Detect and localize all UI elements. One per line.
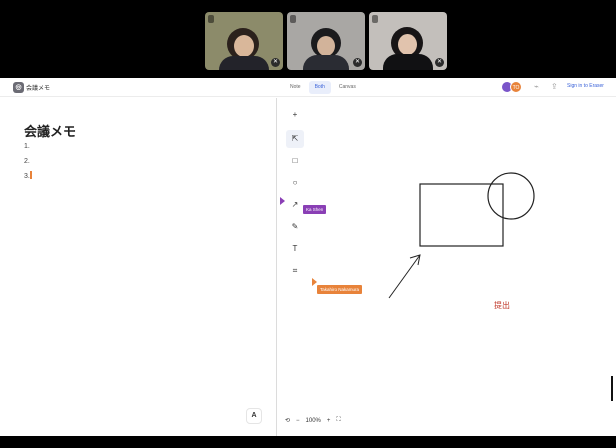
participant-video-tile[interactable]: ✕ [369,12,447,70]
rectangle-tool-icon[interactable]: □ [286,152,304,170]
list-item[interactable]: 1. [24,143,30,150]
participant-video-tile[interactable]: ✕ [287,12,365,70]
participant-body [383,54,433,70]
canvas-pane[interactable]: + ⇱ □ ○ ↗ ✎ T ⌗ Ka Shen Takahiro Nakamur… [277,98,616,436]
collaborator-cursor-label: Takahiro Nakamura [317,285,363,294]
pen-tool-icon[interactable]: ✎ [286,218,304,236]
participant-name-tag [290,15,296,23]
view-toggle: Note Both Canvas [284,81,362,94]
canvas-drawing [388,172,535,299]
avatar[interactable]: TO [510,81,522,93]
view-note-button[interactable]: Note [284,81,307,94]
arrow-tool-icon[interactable]: ↗ [286,196,304,214]
collaborator-text-caret [30,171,32,179]
select-tool-icon[interactable]: ⇱ [286,130,304,148]
sign-in-link[interactable]: Sign in to Eraser [567,83,604,89]
share-icon[interactable]: ⇪ [551,82,558,91]
mic-muted-icon: ✕ [435,58,444,67]
participant-face [317,36,335,56]
drawn-circle[interactable] [487,172,535,220]
participant-name-tag [372,15,378,23]
drawn-rectangle[interactable] [419,183,504,247]
screen: ✕ ✕ ✕ ◎ 会議メモ Note Both Canvas TO ⌁ ⇪ Sig… [0,0,616,448]
bottom-bar [0,436,616,448]
activity-icon[interactable]: ⌁ [534,82,539,91]
collaborator-avatars: TO [501,81,522,93]
app-logo-icon[interactable]: ◎ [13,82,24,93]
participant-name-tag [208,15,214,23]
add-tool-icon[interactable]: + [286,106,304,124]
participant-body [303,55,349,70]
list-item[interactable]: 2. [24,158,30,165]
document-pane[interactable]: 会議メモ 1. 2. 3. A [0,98,276,436]
ellipse-tool-icon[interactable]: ○ [286,174,304,192]
eraser-app: ◎ 会議メモ Note Both Canvas TO ⌁ ⇪ Sign in t… [0,78,616,436]
zoom-level[interactable]: 100% [306,418,321,424]
mic-muted-icon: ✕ [353,58,362,67]
zoom-out-button[interactable]: − [296,418,300,424]
participant-face [234,35,254,57]
fit-screen-icon[interactable]: ⛶ [336,417,340,424]
format-button[interactable]: A [246,408,262,424]
list-item[interactable]: 3. [24,173,30,180]
zoom-controls: ⟲ − 100% + ⛶ [285,417,341,424]
drawn-arrow[interactable] [388,254,421,299]
video-call-strip: ✕ ✕ ✕ [0,0,616,78]
app-topbar: ◎ 会議メモ Note Both Canvas TO ⌁ ⇪ Sign in t… [0,78,616,97]
view-canvas-button[interactable]: Canvas [333,81,362,94]
scrollbar[interactable] [611,376,613,401]
text-tool-icon[interactable]: T [286,240,304,258]
canvas-text-label[interactable]: 提出 [494,300,510,311]
document-title[interactable]: 会議メモ [26,83,50,92]
view-both-button[interactable]: Both [308,81,331,94]
zoom-in-button[interactable]: + [327,418,331,424]
mic-muted-icon: ✕ [271,58,280,67]
participant-video-tile[interactable]: ✕ [205,12,283,70]
frame-tool-icon[interactable]: ⌗ [286,262,304,280]
document-heading[interactable]: 会議メモ [24,121,76,140]
undo-icon[interactable]: ⟲ [285,417,290,424]
participant-body [219,56,269,70]
participant-face [398,34,417,55]
collaborator-cursor-icon [280,197,285,205]
collaborator-cursor-label: Ka Shen [303,205,327,214]
